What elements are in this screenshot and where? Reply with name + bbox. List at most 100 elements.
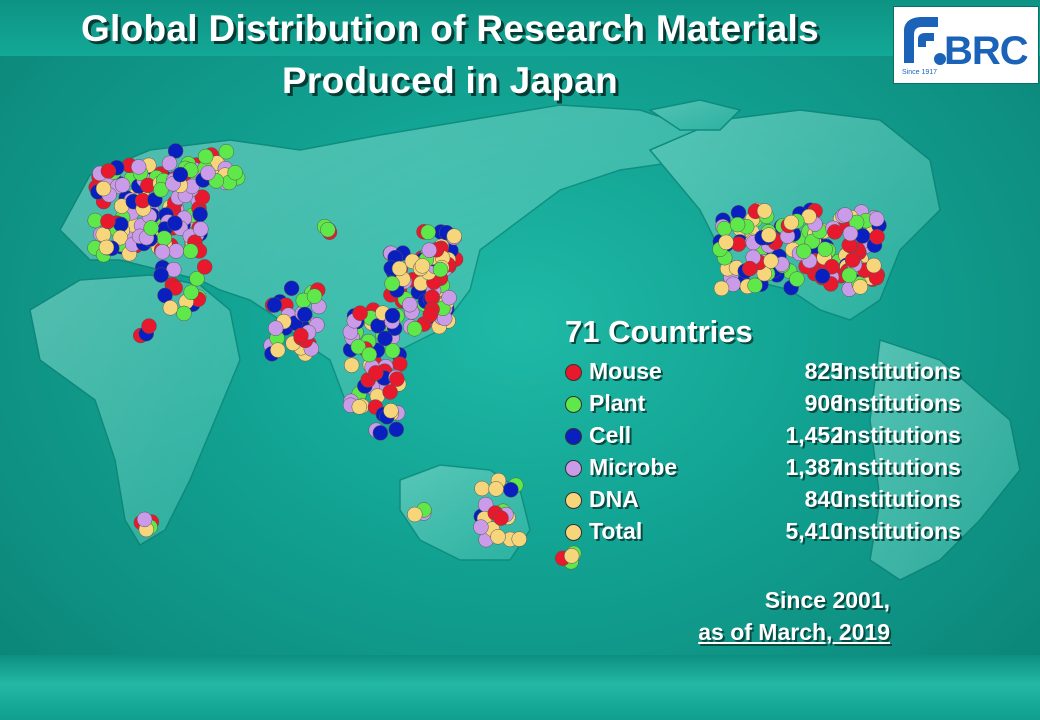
institution-dot [837, 207, 853, 223]
institution-dot [136, 511, 153, 528]
institution-dot [796, 243, 812, 260]
institution-dot [267, 320, 284, 336]
institution-dot [391, 260, 408, 277]
institution-dot [841, 267, 858, 283]
institution-dot [196, 259, 213, 275]
institution-dot [420, 224, 436, 240]
institution-dot [713, 280, 730, 297]
footnote-date: as of March, 2019 [698, 619, 890, 645]
logo-text: BRC [944, 29, 1029, 73]
countries-count: 71 Countries [565, 314, 753, 349]
legend-unit: Institutions [837, 454, 961, 480]
institution-dot [729, 216, 746, 233]
legend-row-plant: Plant 906 Institutions [565, 390, 995, 420]
footnote-since: Since 2001, [764, 587, 890, 613]
legend-count: 825 [804, 358, 843, 384]
institution-dot [141, 318, 157, 334]
institution-dot [493, 510, 509, 526]
legend-label: Mouse [589, 358, 662, 384]
institution-dot [266, 297, 283, 313]
institution-dot [474, 480, 490, 497]
institution-dot [384, 307, 401, 324]
institution-dot [183, 284, 199, 301]
institution-dot [817, 241, 833, 257]
institution-dot [377, 330, 393, 347]
institution-dot [113, 216, 129, 233]
institution-dot [192, 206, 208, 223]
institution-dot [511, 531, 527, 547]
institution-dot [783, 214, 799, 231]
institution-dot [293, 327, 309, 344]
institution-dot [100, 213, 116, 230]
institution-dot [153, 267, 169, 283]
institution-dot [227, 164, 243, 181]
institution-dot [197, 148, 214, 165]
institution-dot [162, 300, 179, 316]
institution-dot [414, 258, 431, 274]
legend-unit: Institutions [837, 358, 961, 384]
institution-dot [182, 243, 199, 259]
institution-dot [114, 177, 131, 193]
institution-dot [95, 180, 112, 197]
legend-row-total: Total 5,410 Institutions [565, 518, 995, 548]
institution-dot [742, 260, 758, 277]
institution-dot [869, 229, 885, 245]
institution-dot [716, 220, 733, 237]
legend-label: Plant [589, 390, 646, 416]
institution-dot [351, 399, 368, 415]
land-africa [29, 274, 241, 547]
legend-unit: Institutions [837, 390, 961, 416]
institution-dot [756, 203, 773, 219]
legend-unit: Institutions [837, 422, 961, 448]
institution-dot [156, 230, 172, 246]
institution-dot [384, 275, 400, 292]
institution-dot [306, 288, 323, 304]
institution-dot [747, 277, 763, 294]
legend-label: DNA [589, 486, 639, 512]
logo-mark-icon [904, 17, 946, 65]
institution-dot [200, 165, 216, 181]
institution-dot [446, 228, 462, 244]
institution-dot [154, 244, 171, 260]
institution-dot [441, 289, 457, 306]
institution-dot [402, 296, 418, 313]
institution-dot [844, 252, 861, 268]
institution-dot [868, 211, 885, 227]
institution-dot [407, 506, 423, 523]
institution-dot [218, 143, 235, 160]
institution-dot [320, 221, 336, 238]
institution-dot [372, 425, 389, 441]
institution-dot [763, 253, 779, 269]
legend-count: 5,410 [785, 518, 843, 544]
institution-dot [361, 346, 378, 363]
institution-dot [406, 321, 423, 337]
page-subtitle: Produced in Japan [281, 60, 619, 101]
slide: Global Distribution of Research Material… [0, 0, 1040, 720]
institution-dot [98, 239, 115, 256]
legend-row-dna: DNA 840 Institutions [565, 486, 995, 516]
page-title: Global Distribution of Research Material… [80, 8, 820, 49]
institution-dot [389, 371, 405, 387]
institution-dot [842, 225, 859, 242]
institution-dot [814, 268, 831, 284]
institution-dot [343, 357, 360, 373]
legend-row-microbe: Microbe 1,387 Institutions [565, 454, 995, 484]
institution-dot [789, 271, 805, 287]
legend-count: 906 [804, 390, 843, 416]
legend-dot [565, 524, 582, 541]
legend-count: 840 [804, 486, 843, 512]
institution-dot [297, 306, 313, 323]
legend-dot [565, 460, 582, 477]
institution-dot [100, 163, 117, 179]
institution-dot [422, 306, 439, 323]
legend-count: 1,387 [785, 454, 843, 480]
institution-dot [563, 548, 580, 564]
institution-dot [866, 257, 882, 274]
institution-dot [473, 519, 489, 535]
legend-unit: Institutions [837, 486, 961, 512]
institution-dot [490, 529, 506, 545]
institution-dot [852, 279, 869, 295]
legend-label: Microbe [589, 454, 678, 480]
institution-dot [388, 421, 405, 438]
institution-dot [761, 227, 777, 243]
